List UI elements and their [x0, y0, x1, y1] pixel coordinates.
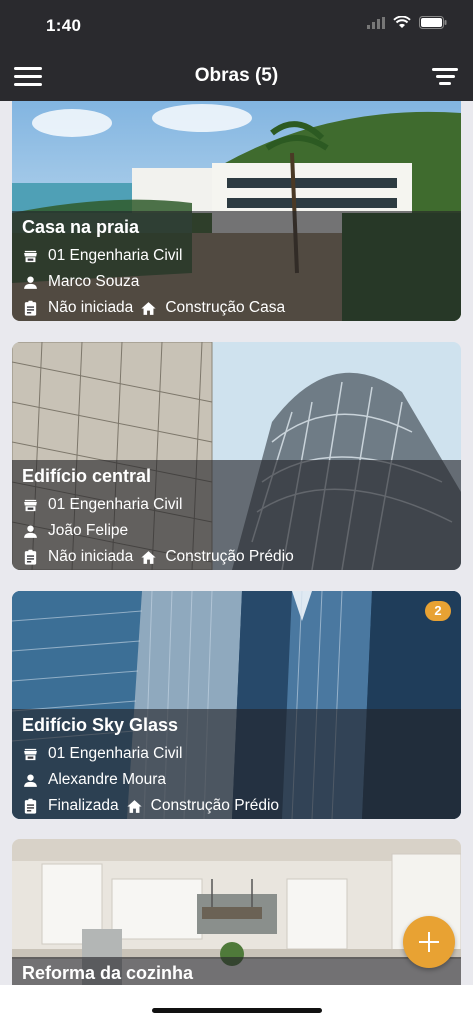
- person-icon: [24, 524, 37, 538]
- company-name: 01 Engenharia Civil: [48, 247, 183, 264]
- status-row: Finalizada Construção Prédio: [22, 793, 451, 819]
- person-name: Marco Souza: [48, 273, 140, 290]
- clipboard-icon: [24, 798, 37, 814]
- type-text: Construção Prédio: [150, 797, 280, 814]
- company-row: 01 Engenharia Civil: [22, 492, 451, 518]
- project-card[interactable]: Reforma da cozinha: [12, 839, 461, 985]
- card-overlay: Edifício Sky Glass 01 Engenharia Civil A…: [12, 709, 461, 819]
- add-project-button[interactable]: [403, 916, 455, 968]
- status-bar: 1:40: [0, 0, 473, 52]
- status-text: Não iniciada: [48, 299, 134, 316]
- status-time: 1:40: [46, 16, 82, 35]
- card-title: Reforma da cozinha: [22, 963, 194, 983]
- project-card[interactable]: 2 Edifício Sky Glass 01 Engenharia Civil…: [12, 591, 461, 819]
- store-icon: [24, 499, 37, 511]
- filter-button[interactable]: [431, 68, 459, 86]
- status-row: Não iniciada Construção Casa: [22, 295, 451, 321]
- project-list[interactable]: Casa na praia 01 Engenharia Civil Marco …: [0, 101, 473, 985]
- status-text: Finalizada: [48, 797, 119, 814]
- signal-icon: [367, 16, 385, 29]
- company-row: 01 Engenharia Civil: [22, 243, 451, 269]
- home-indicator-area: [0, 985, 473, 1024]
- card-overlay: Casa na praia 01 Engenharia Civil Marco …: [12, 211, 461, 321]
- clipboard-icon: [24, 549, 37, 565]
- page-title: Obras (5): [194, 65, 279, 86]
- person-icon: [24, 773, 37, 787]
- status-icons: [367, 16, 447, 29]
- store-icon: [24, 250, 37, 262]
- company-name: 01 Engenharia Civil: [48, 745, 183, 762]
- person-name: Alexandre Moura: [48, 771, 167, 788]
- card-overlay: Reforma da cozinha: [12, 957, 461, 985]
- notification-badge: 2: [425, 601, 451, 621]
- status-row: Não iniciada Construção Prédio: [22, 544, 451, 570]
- home-icon: [141, 301, 156, 315]
- card-title: Casa na praia: [22, 217, 140, 237]
- card-title: Edifício central: [22, 466, 152, 486]
- home-indicator[interactable]: [152, 1008, 322, 1013]
- nav-bar: Obras (5): [0, 52, 473, 101]
- home-icon: [127, 799, 142, 813]
- person-name: João Felipe: [48, 522, 129, 539]
- store-icon: [24, 748, 37, 760]
- person-icon: [24, 275, 37, 289]
- project-card[interactable]: Edifício central 01 Engenharia Civil Joã…: [12, 342, 461, 570]
- card-title: Edifício Sky Glass: [22, 715, 179, 735]
- wifi-icon: [393, 16, 411, 28]
- person-row: João Felipe: [22, 518, 451, 544]
- company-name: 01 Engenharia Civil: [48, 496, 183, 513]
- clipboard-icon: [24, 300, 37, 316]
- project-card[interactable]: Casa na praia 01 Engenharia Civil Marco …: [12, 101, 461, 321]
- person-row: Marco Souza: [22, 269, 451, 295]
- filter-icon: [431, 68, 459, 85]
- home-icon: [141, 550, 156, 564]
- type-text: Construção Prédio: [165, 548, 294, 565]
- battery-icon: [419, 16, 447, 29]
- card-overlay: Edifício central 01 Engenharia Civil Joã…: [12, 460, 461, 570]
- company-row: 01 Engenharia Civil: [22, 741, 451, 767]
- person-row: Alexandre Moura: [22, 767, 451, 793]
- status-text: Não iniciada: [48, 548, 134, 565]
- type-text: Construção Casa: [165, 299, 286, 316]
